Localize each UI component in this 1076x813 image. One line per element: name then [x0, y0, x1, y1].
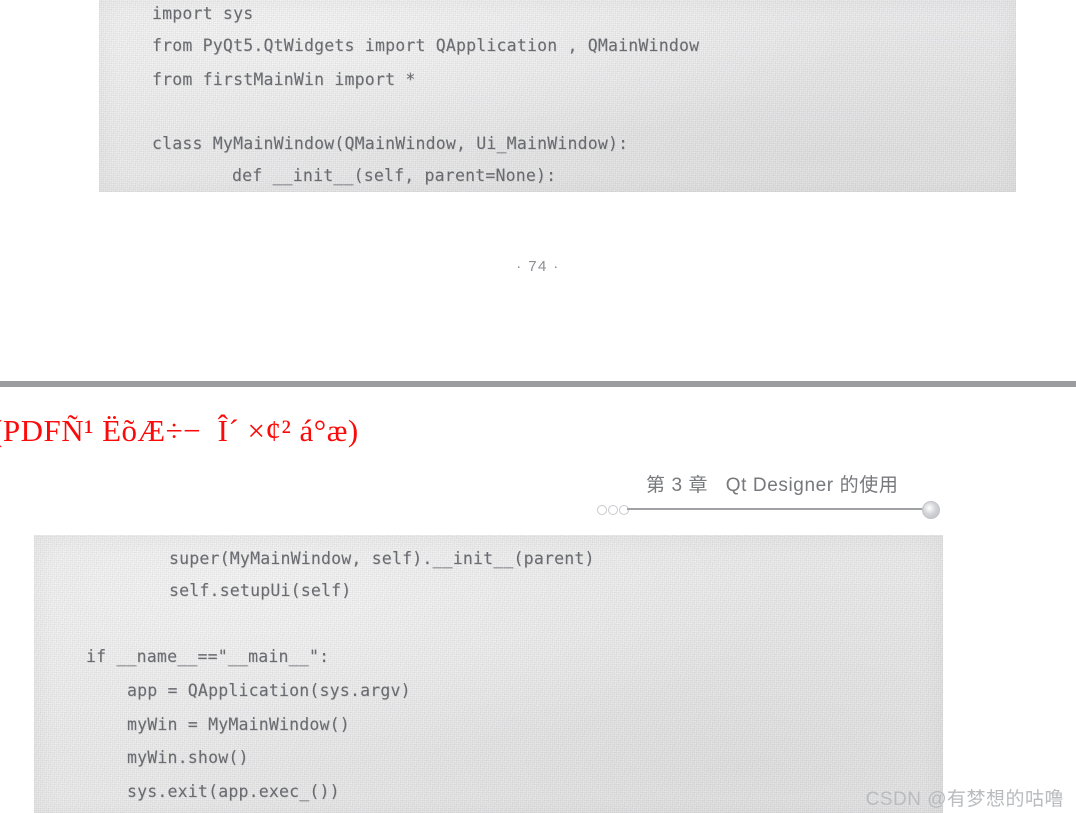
code-line: self.setupUi(self): [169, 581, 352, 600]
top-code-listing-image: import sys from PyQt5.QtWidgets import Q…: [99, 0, 1016, 192]
decorative-dot-icon: [597, 505, 607, 515]
csdn-watermark: CSDN @有梦想的咕噜: [865, 789, 1064, 810]
code-line: class MyMainWindow(QMainWindow, Ui_MainW…: [152, 134, 629, 153]
code-line: from firstMainWin import *: [152, 70, 416, 89]
code-line: def __init__(self, parent=None):: [232, 166, 557, 185]
chapter-rule-decoration: [596, 501, 940, 519]
code-line: sys.exit(app.exec_()): [127, 782, 340, 801]
decorative-dot-icon: [608, 505, 618, 515]
code-line: if __name__=="__main__":: [86, 647, 330, 666]
decorative-dot-icon: [619, 505, 629, 515]
page-number: · 74 ·: [516, 258, 560, 275]
page-divider-bar: [0, 381, 1076, 387]
code-line: myWin.show(): [127, 748, 249, 767]
code-line: from PyQt5.QtWidgets import QApplication…: [152, 36, 700, 55]
code-line: super(MyMainWindow, self).__init__(paren…: [169, 549, 595, 568]
code-line: import sys: [152, 4, 254, 23]
chapter-end-circle-icon: [922, 501, 940, 519]
code-line: myWin = MyMainWindow(): [127, 715, 350, 734]
chapter-horizontal-rule: [627, 508, 924, 510]
bottom-code-listing-image: super(MyMainWindow, self).__init__(paren…: [34, 535, 943, 813]
bottom-code-lines: super(MyMainWindow, self).__init__(paren…: [34, 535, 943, 813]
mojibake-red-text: (PDFÑ¹ ËõÆ÷− Î´ ×¢² á°æ): [0, 413, 359, 448]
code-line: app = QApplication(sys.argv): [127, 681, 411, 700]
chapter-heading: 第 3 章 Qt Designer 的使用: [646, 475, 899, 496]
top-code-lines: import sys from PyQt5.QtWidgets import Q…: [99, 0, 1016, 192]
